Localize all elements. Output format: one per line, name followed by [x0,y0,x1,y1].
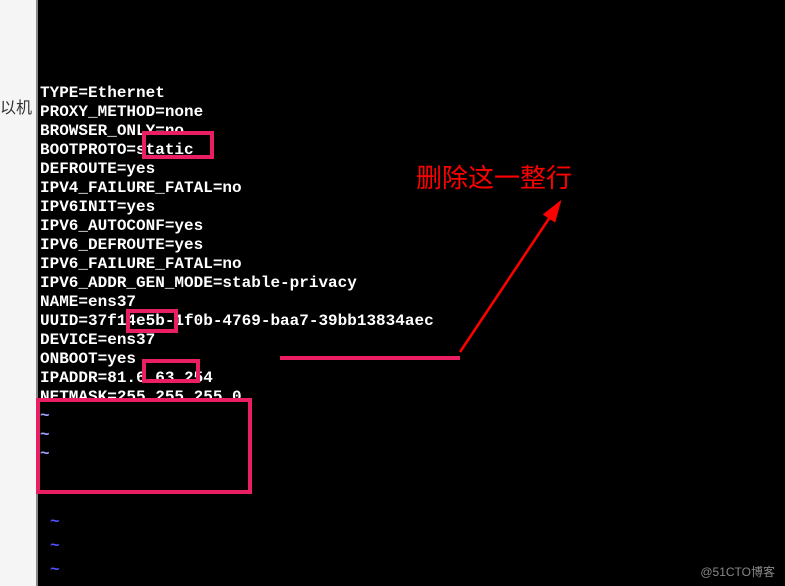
config-line-ipv6fail: IPV6_FAILURE_FATAL=no [38,255,434,274]
tilde-line: ~ [38,426,434,445]
config-line-ipv6init: IPV6INIT=yes [38,198,434,217]
config-line-ipaddr: IPADDR=81.6.63.254 [38,369,434,388]
tilde-line: ~ [36,510,60,534]
config-line-ipv6route: IPV6_DEFROUTE=yes [38,236,434,255]
tilde-line: ~ [36,534,60,558]
tilde-line: ~ [38,445,434,464]
config-line-device: DEVICE=ens37 [38,331,434,350]
terminal-content: TYPE=Ethernet PROXY_METHOD=none BROWSER_… [38,84,434,464]
config-line-bootproto: BOOTPROTO=static [38,141,434,160]
config-line-ipv6auto: IPV6_AUTOCONF=yes [38,217,434,236]
config-line-browser: BROWSER_ONLY=no [38,122,434,141]
config-line-defroute: DEFROUTE=yes [38,160,434,179]
config-line-proxy: PROXY_METHOD=none [38,103,434,122]
vm-label: 以机 [0,94,32,118]
highlight-uuid-underline [280,356,460,360]
config-line-uuid: UUID=37f14e5b-1f0b-4769-baa7-39bb13834ae… [38,312,434,331]
config-line-type: TYPE=Ethernet [38,84,434,103]
config-line-ipv6addr: IPV6_ADDR_GEN_MODE=stable-privacy [38,274,434,293]
config-line-netmask: NETMASK=255.255.255.0 [38,388,434,407]
tilde-line: ~ [38,407,434,426]
delete-annotation: 删除这一整行 [416,158,572,195]
terminal-window: TYPE=Ethernet PROXY_METHOD=none BROWSER_… [36,0,785,586]
config-line-ipv4fail: IPV4_FAILURE_FATAL=no [38,179,434,198]
watermark: @51CTO博客 [700,563,775,580]
bottom-tildes: ~ ~ ~ [36,510,60,582]
tilde-line: ~ [36,558,60,582]
config-line-name: NAME=ens37 [38,293,434,312]
